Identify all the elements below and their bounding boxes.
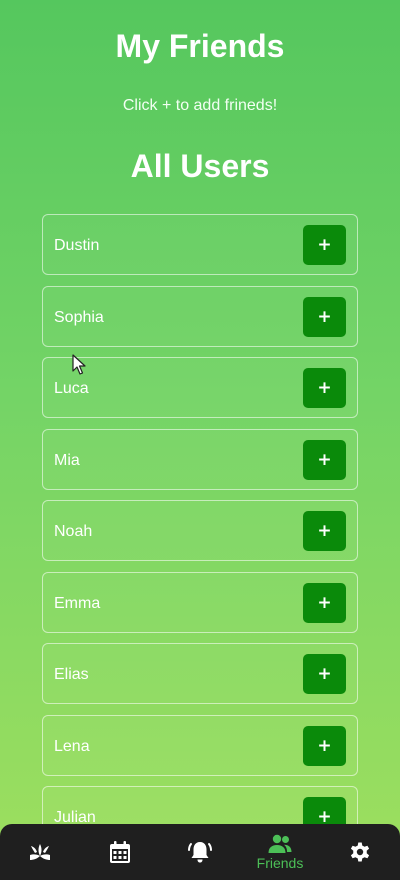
user-name: Lena: [54, 737, 90, 755]
user-row: Mia +: [42, 428, 358, 490]
add-friend-button[interactable]: +: [303, 225, 346, 265]
add-friend-button[interactable]: +: [303, 725, 346, 766]
user-row: Emma +: [42, 571, 358, 633]
user-name: Sophia: [54, 308, 104, 326]
nav-label-friends: Friends: [256, 854, 304, 871]
add-friend-button[interactable]: +: [303, 511, 346, 551]
calendar-icon: [110, 841, 130, 863]
friends-icon: [268, 834, 292, 853]
bell-ringing-icon: [188, 842, 212, 863]
user-row: Lena +: [42, 714, 358, 776]
user-name: Noah: [54, 523, 93, 540]
user-row: Luca +: [42, 357, 358, 418]
add-friend-button[interactable]: +: [303, 582, 346, 623]
nav-item-notifications[interactable]: [160, 824, 240, 880]
user-name: Dustin: [54, 237, 100, 254]
gear-icon: [350, 842, 370, 862]
add-friend-button[interactable]: +: [303, 797, 346, 826]
page-title: My Friends: [115, 28, 285, 64]
nav-item-home[interactable]: [0, 824, 80, 880]
mouse-cursor-icon: [72, 354, 86, 375]
user-row: Dustin +: [42, 214, 358, 275]
user-name: Mia: [54, 451, 80, 469]
user-name: Emma: [54, 594, 101, 612]
nav-item-friends[interactable]: Friends: [240, 824, 320, 880]
add-friend-button[interactable]: +: [303, 296, 346, 337]
add-friends-hint: Click + to add frineds!: [122, 97, 278, 114]
add-friend-button[interactable]: +: [303, 439, 346, 480]
user-name: Elias: [54, 666, 89, 683]
user-row: Julian +: [42, 786, 358, 826]
add-friend-button[interactable]: +: [303, 368, 346, 408]
bottom-nav: Friends: [0, 824, 400, 880]
user-row: Noah +: [42, 500, 358, 561]
user-name: Julian: [54, 809, 96, 826]
user-list: Dustin + Sophia + Luca + Mia + Noah + Em…: [42, 214, 358, 826]
section-title: All Users: [130, 148, 270, 184]
nav-item-calendar[interactable]: [80, 824, 160, 880]
user-row: Sophia +: [42, 285, 358, 347]
nav-item-settings[interactable]: [320, 824, 400, 880]
add-friend-button[interactable]: +: [303, 654, 346, 694]
user-row: Elias +: [42, 643, 358, 704]
grass-icon: [30, 844, 50, 860]
